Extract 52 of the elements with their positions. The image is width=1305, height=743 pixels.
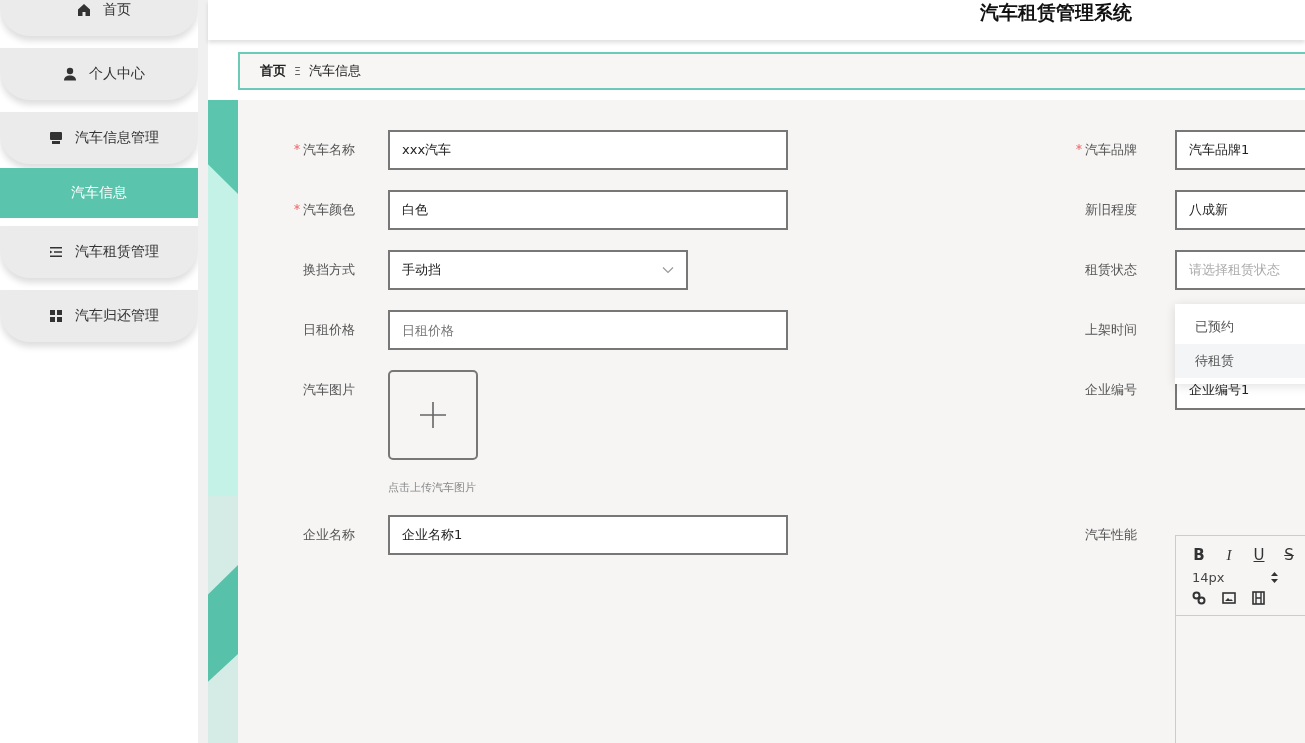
sidebar-item[interactable]: 汽车归还管理: [0, 290, 198, 342]
format-button[interactable]: B: [1192, 546, 1206, 564]
required-icon: [294, 144, 300, 150]
field-label: 汽车品牌: [1060, 130, 1137, 170]
grid-icon: [49, 309, 63, 323]
breadcrumb-current: 汽车信息: [308, 62, 361, 80]
link-icon[interactable]: [1192, 591, 1206, 605]
text-field[interactable]: xxx汽车: [388, 130, 788, 170]
text-field[interactable]: 白色: [388, 190, 788, 230]
text-field[interactable]: 日租价格: [388, 310, 788, 350]
field-label: 汽车名称: [238, 130, 355, 170]
field-label: 上架时间: [1084, 321, 1137, 339]
format-button[interactable]: U: [1252, 546, 1266, 564]
image-icon[interactable]: [1222, 592, 1236, 604]
dropdown-option[interactable]: 待租赁: [1175, 344, 1305, 378]
breadcrumb-separator: Ξ: [294, 64, 301, 78]
field-label: 租赁状态: [1084, 261, 1137, 279]
field-label: 企业编号: [1084, 381, 1137, 399]
field-label: 日租价格: [302, 321, 355, 339]
video-icon[interactable]: [1252, 591, 1265, 605]
field-label: 汽车性能: [1084, 526, 1137, 544]
sidebar-item[interactable]: 汽车租赁管理: [0, 226, 198, 278]
required-icon: [1076, 144, 1082, 150]
format-button[interactable]: S: [1282, 546, 1296, 564]
sidebar-item[interactable]: 汽车信息管理: [0, 112, 198, 164]
upload-hint: 点击上传汽车图片: [388, 480, 477, 495]
breadcrumb-link[interactable]: 首页: [260, 62, 286, 80]
list-icon: [49, 245, 63, 259]
chevron-down-icon: [662, 266, 674, 274]
text-field[interactable]: 八成新: [1175, 190, 1305, 230]
upload-button[interactable]: [388, 370, 478, 460]
user-icon: [63, 67, 77, 81]
font-size-select[interactable]: 14px: [1192, 570, 1304, 585]
select-field[interactable]: 手动挡: [388, 250, 688, 290]
field-label: 企业名称: [302, 526, 355, 544]
rich-text-editor[interactable]: B I U S 14px: [1175, 535, 1305, 743]
plus-icon: [419, 401, 447, 429]
up-down-icon: [1270, 572, 1278, 583]
text-field[interactable]: 汽车品牌1: [1175, 130, 1305, 170]
format-button[interactable]: I: [1222, 546, 1236, 564]
text-field[interactable]: 企业名称1: [388, 515, 788, 555]
store-icon: [49, 131, 63, 145]
field-label: 换挡方式: [302, 261, 355, 279]
sidebar-item[interactable]: 个人中心: [0, 48, 198, 100]
sidebar-item[interactable]: 首页: [0, 0, 198, 36]
field-label: 汽车颜色: [238, 190, 355, 230]
field-label: 新旧程度: [1084, 201, 1137, 219]
field-label: 汽车图片: [302, 381, 355, 399]
dropdown-option[interactable]: 已预约: [1175, 310, 1305, 344]
required-icon: [294, 204, 300, 210]
window-title: 汽车租赁管理系统: [980, 0, 1132, 25]
home-icon: [77, 3, 91, 17]
